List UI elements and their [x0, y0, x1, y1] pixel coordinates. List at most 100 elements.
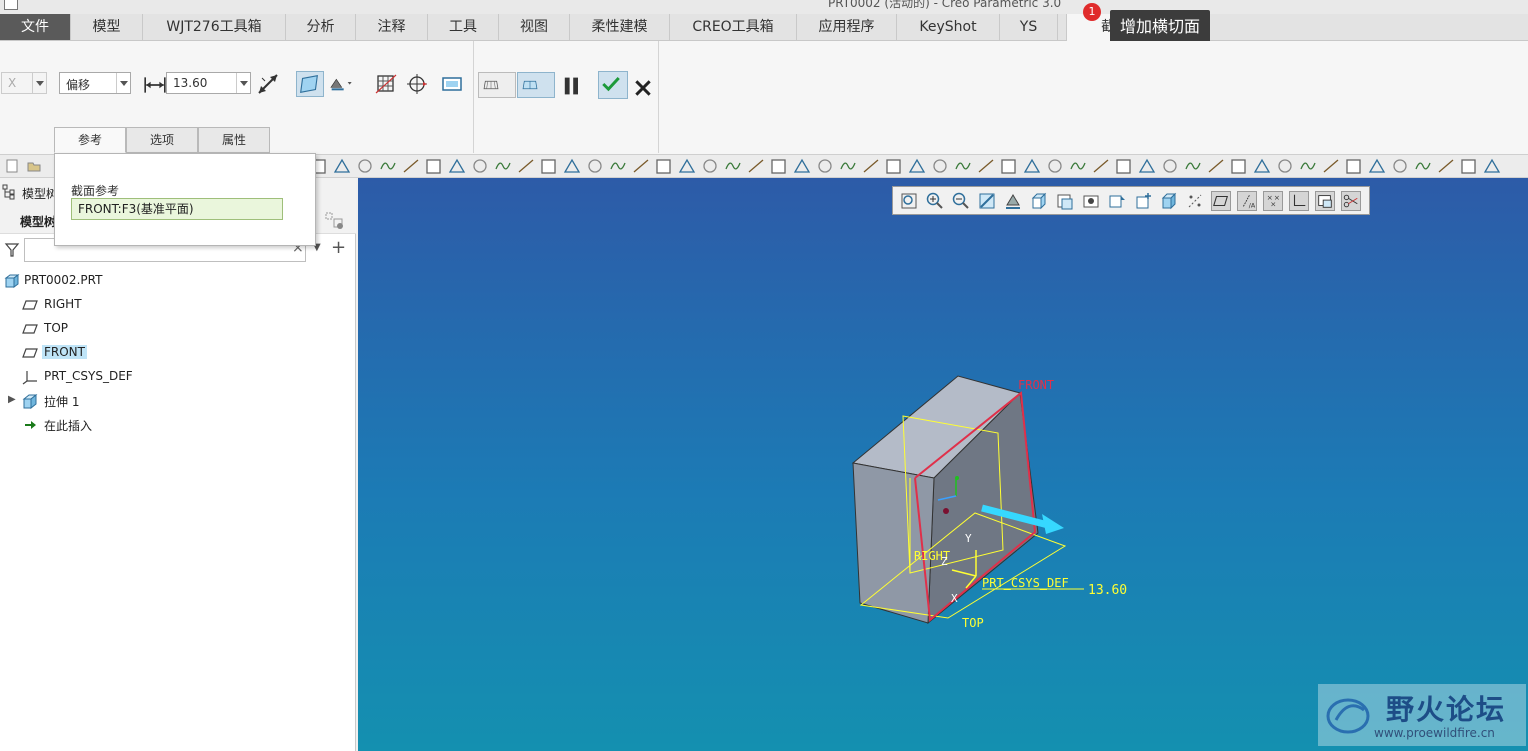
toolbar-tool-icon[interactable] — [588, 159, 602, 173]
preview-without-clipping-icon[interactable] — [478, 72, 516, 98]
subtab-references[interactable]: 参考 — [54, 127, 126, 153]
tab-analysis[interactable]: 分析 — [286, 14, 356, 40]
perspective-view-icon[interactable] — [1081, 191, 1101, 211]
tab-creo-toolbox[interactable]: CREO工具箱 — [670, 14, 797, 40]
free-positioner-icon[interactable] — [406, 72, 430, 96]
toolbar-tool-icon[interactable] — [793, 158, 811, 173]
subtab-properties[interactable]: 属性 — [198, 127, 270, 153]
axis-display-icon[interactable]: /A — [1237, 191, 1257, 211]
new-icon[interactable] — [4, 158, 20, 174]
subtab-options[interactable]: 选项 — [126, 127, 198, 153]
display-style-icon[interactable] — [1003, 191, 1023, 211]
zoom-out-icon[interactable] — [951, 191, 971, 211]
tree-item-insert-here[interactable]: 在此插入 — [0, 414, 350, 436]
tab-annotate[interactable]: 注释 — [356, 14, 428, 40]
section-reference-field[interactable]: FRONT:F3(基准平面) — [71, 198, 283, 220]
tab-wjt276-toolbox[interactable]: WJT276工具箱 — [143, 14, 286, 40]
toolbar-tool-icon[interactable] — [1438, 159, 1454, 173]
toolbar-tool-icon[interactable] — [725, 162, 741, 170]
tree-item-front[interactable]: FRONT — [0, 342, 350, 364]
plane-display-icon[interactable] — [1211, 191, 1231, 211]
hatch-color-icon[interactable] — [329, 72, 365, 96]
pause-icon[interactable] — [560, 74, 580, 95]
toolbar-tool-icon[interactable] — [703, 159, 717, 173]
toolbar-tool-icon[interactable] — [955, 162, 971, 170]
toolbar-tool-icon[interactable] — [678, 158, 696, 173]
toolbar-tool-icon[interactable] — [1483, 158, 1501, 173]
tab-file[interactable]: 文件 — [0, 14, 71, 40]
toolbar-tool-icon[interactable] — [1163, 159, 1177, 173]
flip-direction-icon[interactable] — [256, 72, 280, 96]
filter-icon[interactable] — [4, 242, 20, 258]
tree-item-csys[interactable]: PRT_CSYS_DEF — [0, 366, 350, 388]
toolbar-tool-icon[interactable] — [908, 158, 926, 173]
ok-checkmark-button[interactable] — [598, 71, 628, 99]
toolbar-tool-icon[interactable] — [380, 162, 396, 170]
toolbar-tool-icon[interactable] — [1278, 159, 1292, 173]
toolbar-tool-icon[interactable] — [426, 159, 441, 174]
annotation-display-icon[interactable] — [1185, 191, 1205, 211]
toolbar-tool-icon[interactable] — [1461, 159, 1476, 174]
open-icon[interactable] — [26, 158, 42, 174]
toolbar-tool-icon[interactable] — [403, 159, 419, 173]
toolbar-tool-icon[interactable] — [1048, 159, 1062, 173]
toolbar-tool-icon[interactable] — [886, 159, 901, 174]
spin-center-icon[interactable] — [1107, 191, 1127, 211]
tab-applications[interactable]: 应用程序 — [797, 14, 897, 40]
front-plane-label[interactable]: FRONT — [1018, 378, 1054, 392]
preview-2d-icon[interactable] — [440, 72, 464, 96]
toolbar-tool-icon[interactable] — [1368, 158, 1386, 173]
toolbar-tool-icon[interactable] — [1116, 159, 1131, 174]
tab-ys[interactable]: YS — [1000, 14, 1058, 40]
toolbar-tool-icon[interactable] — [771, 159, 786, 174]
tab-view[interactable]: 视图 — [499, 14, 570, 40]
toolbar-tool-icon[interactable] — [1001, 159, 1016, 174]
toolbar-tool-icon[interactable] — [748, 159, 764, 173]
toolbar-tool-icon[interactable] — [1185, 162, 1201, 170]
point-display-icon[interactable]: × ×× — [1263, 191, 1283, 211]
toolbar-tool-icon[interactable] — [933, 159, 947, 173]
datum-display-icon[interactable] — [1133, 191, 1153, 211]
tab-tools[interactable]: 工具 — [428, 14, 499, 40]
toolbar-tool-icon[interactable] — [473, 159, 487, 173]
expand-arrow-icon[interactable]: ▶ — [8, 394, 16, 405]
toolbar-tool-icon[interactable] — [1231, 159, 1246, 174]
toolbar-tool-icon[interactable] — [1346, 159, 1361, 174]
toolbar-tool-icon[interactable] — [1323, 159, 1339, 173]
toolbar-tool-icon[interactable] — [518, 159, 534, 173]
toolbar-tool-icon[interactable] — [448, 158, 466, 173]
tree-item-right[interactable]: RIGHT — [0, 294, 350, 316]
axis-select[interactable]: X — [1, 72, 47, 94]
section-plane-button[interactable] — [296, 71, 324, 97]
toolbar-tool-icon[interactable] — [1300, 162, 1316, 170]
section-type-select[interactable]: 偏移 — [59, 72, 131, 94]
toolbar-tool-icon[interactable] — [563, 158, 581, 173]
shaded-view-icon[interactable] — [1159, 191, 1179, 211]
toolbar-tool-icon[interactable] — [1023, 158, 1041, 173]
toolbar-icon-strip[interactable] — [310, 157, 1528, 176]
offset-value-input[interactable]: 13.60 — [166, 72, 251, 94]
toolbar-tool-icon[interactable] — [610, 162, 626, 170]
tab-flexible-modeling[interactable]: 柔性建模 — [570, 14, 670, 40]
app-icon[interactable] — [4, 0, 18, 10]
refit-icon[interactable] — [899, 191, 919, 211]
csys-label[interactable]: PRT_CSYS_DEF — [982, 576, 1069, 590]
toolbar-tool-icon[interactable] — [495, 162, 511, 170]
spin-center-display-icon[interactable] — [1315, 191, 1335, 211]
toolbar-tool-icon[interactable] — [633, 159, 649, 173]
toolbar-tool-icon[interactable] — [840, 162, 856, 170]
tab-model[interactable]: 模型 — [71, 14, 143, 40]
zoom-in-icon[interactable] — [925, 191, 945, 211]
toolbar-tool-icon[interactable] — [358, 159, 372, 173]
toolbar-tool-icon[interactable] — [1138, 158, 1156, 173]
toolbar-tool-icon[interactable] — [1208, 159, 1224, 173]
toolbar-tool-icon[interactable] — [333, 158, 351, 173]
toolbar-tool-icon[interactable] — [863, 159, 879, 173]
add-filter-icon[interactable]: + — [331, 237, 346, 258]
capping-surface-icon[interactable] — [374, 72, 398, 96]
toolbar-tool-icon[interactable] — [1070, 162, 1086, 170]
tree-item-top[interactable]: TOP — [0, 318, 350, 340]
cancel-x-icon[interactable] — [631, 76, 651, 96]
toolbar-tool-icon[interactable] — [1093, 159, 1109, 173]
saved-orientations-icon[interactable] — [1029, 191, 1049, 211]
